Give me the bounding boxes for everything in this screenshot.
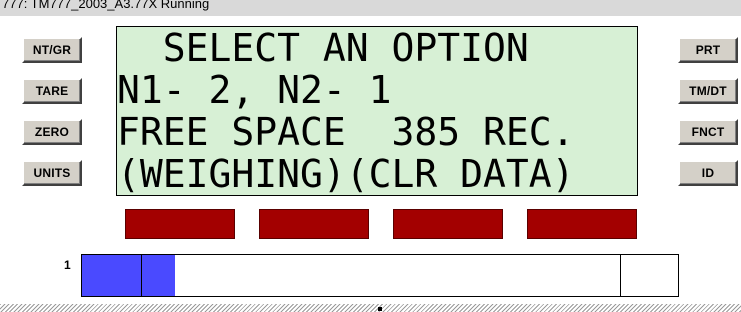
bargraph-fill-2 <box>142 255 175 296</box>
id-button[interactable]: ID <box>678 160 738 186</box>
softkey-4[interactable] <box>527 209 637 239</box>
window-title: 777: TM777_2003_A3.77X Running <box>2 0 210 11</box>
tare-button[interactable]: TARE <box>22 78 82 104</box>
lcd-line-4: (WEIGHING)(CLR DATA) <box>117 152 575 196</box>
nt-gr-button[interactable]: NT/GR <box>22 37 82 63</box>
zero-button[interactable]: ZERO <box>22 119 82 145</box>
bargraph-fill-1 <box>82 255 142 296</box>
fnct-button[interactable]: FNCT <box>678 119 738 145</box>
lcd-line-2: N1- 2, N2- 1 <box>117 68 392 112</box>
softkey-3[interactable] <box>393 209 503 239</box>
prt-button[interactable]: PRT <box>678 37 738 63</box>
bargraph-marker <box>620 255 621 296</box>
lcd-display: SELECT AN OPTION N1- 2, N2- 1 FREE SPACE… <box>116 26 638 196</box>
lcd-line-1: SELECT AN OPTION <box>117 26 529 70</box>
lcd-line-3: FREE SPACE 385 REC. <box>117 110 575 154</box>
bar-label: 1 <box>64 258 71 272</box>
bargraph <box>81 254 679 297</box>
status-bar <box>0 304 741 312</box>
units-button[interactable]: UNITS <box>22 160 82 186</box>
tm-dt-button[interactable]: TM/DT <box>678 78 738 104</box>
softkey-1[interactable] <box>125 209 235 239</box>
resize-grip[interactable] <box>378 307 382 311</box>
title-bar: 777: TM777_2003_A3.77X Running <box>0 0 741 16</box>
softkey-2[interactable] <box>259 209 369 239</box>
